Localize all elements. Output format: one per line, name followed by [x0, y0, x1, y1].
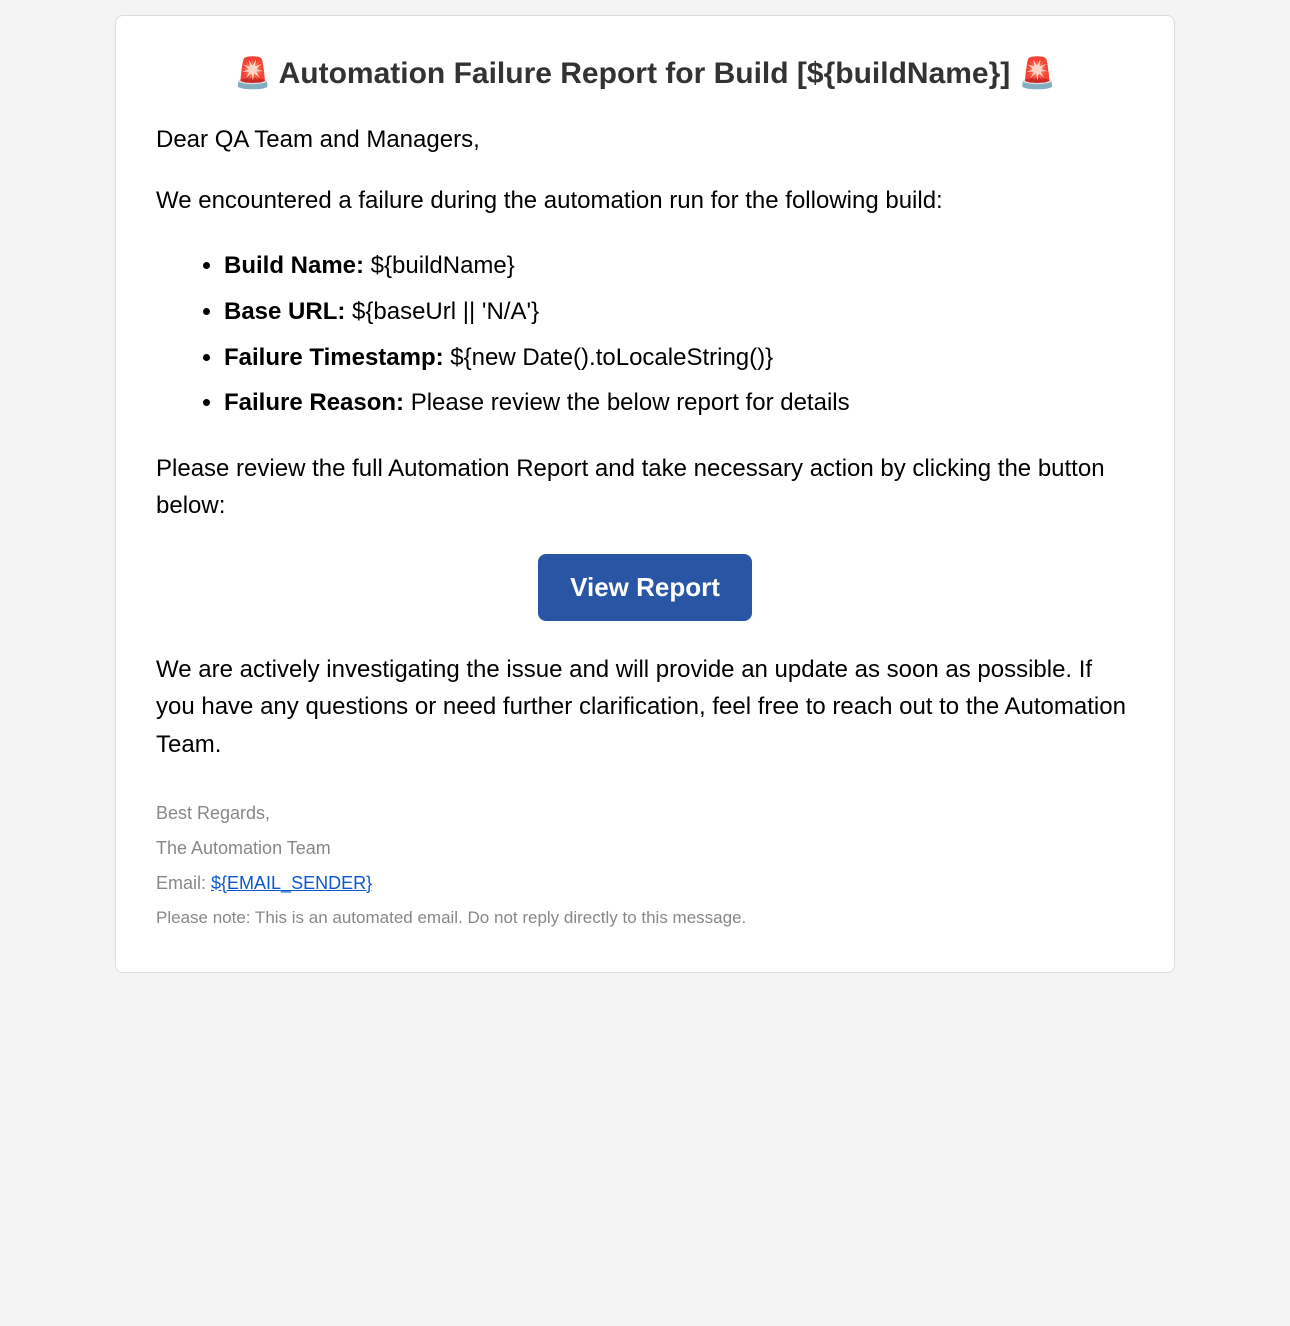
detail-failure-timestamp: Failure Timestamp: ${new Date().toLocale…: [224, 335, 1134, 381]
footer: Best Regards, The Automation Team Email:…: [156, 803, 1134, 928]
detail-failure-reason: Failure Reason: Please review the below …: [224, 380, 1134, 426]
footer-email-link[interactable]: ${EMAIL_SENDER}: [211, 873, 372, 893]
instruction-text: Please review the full Automation Report…: [156, 450, 1134, 524]
detail-value: ${baseUrl || 'N/A'}: [345, 298, 539, 325]
detail-label: Base URL:: [224, 298, 345, 325]
email-card: 🚨 Automation Failure Report for Build [$…: [115, 15, 1175, 973]
details-list: Build Name: ${buildName} Base URL: ${bas…: [156, 243, 1134, 425]
detail-label: Failure Timestamp:: [224, 344, 444, 371]
footer-email-label: Email:: [156, 873, 211, 893]
detail-value: ${new Date().toLocaleString()}: [444, 344, 774, 371]
intro-text: We encountered a failure during the auto…: [156, 182, 1134, 219]
view-report-button[interactable]: View Report: [538, 554, 752, 621]
footer-email: Email: ${EMAIL_SENDER}: [156, 873, 1134, 894]
button-wrapper: View Report: [156, 554, 1134, 621]
closing-text: We are actively investigating the issue …: [156, 651, 1134, 763]
report-title: 🚨 Automation Failure Report for Build [$…: [156, 56, 1134, 91]
detail-value: Please review the below report for detai…: [404, 389, 850, 416]
footer-disclaimer: Please note: This is an automated email.…: [156, 908, 1134, 928]
detail-value: ${buildName}: [364, 252, 515, 279]
greeting-text: Dear QA Team and Managers,: [156, 121, 1134, 158]
detail-label: Failure Reason:: [224, 389, 404, 416]
detail-build-name: Build Name: ${buildName}: [224, 243, 1134, 289]
footer-regards: Best Regards,: [156, 803, 1134, 824]
detail-label: Build Name:: [224, 252, 364, 279]
detail-base-url: Base URL: ${baseUrl || 'N/A'}: [224, 289, 1134, 335]
footer-team: The Automation Team: [156, 838, 1134, 859]
